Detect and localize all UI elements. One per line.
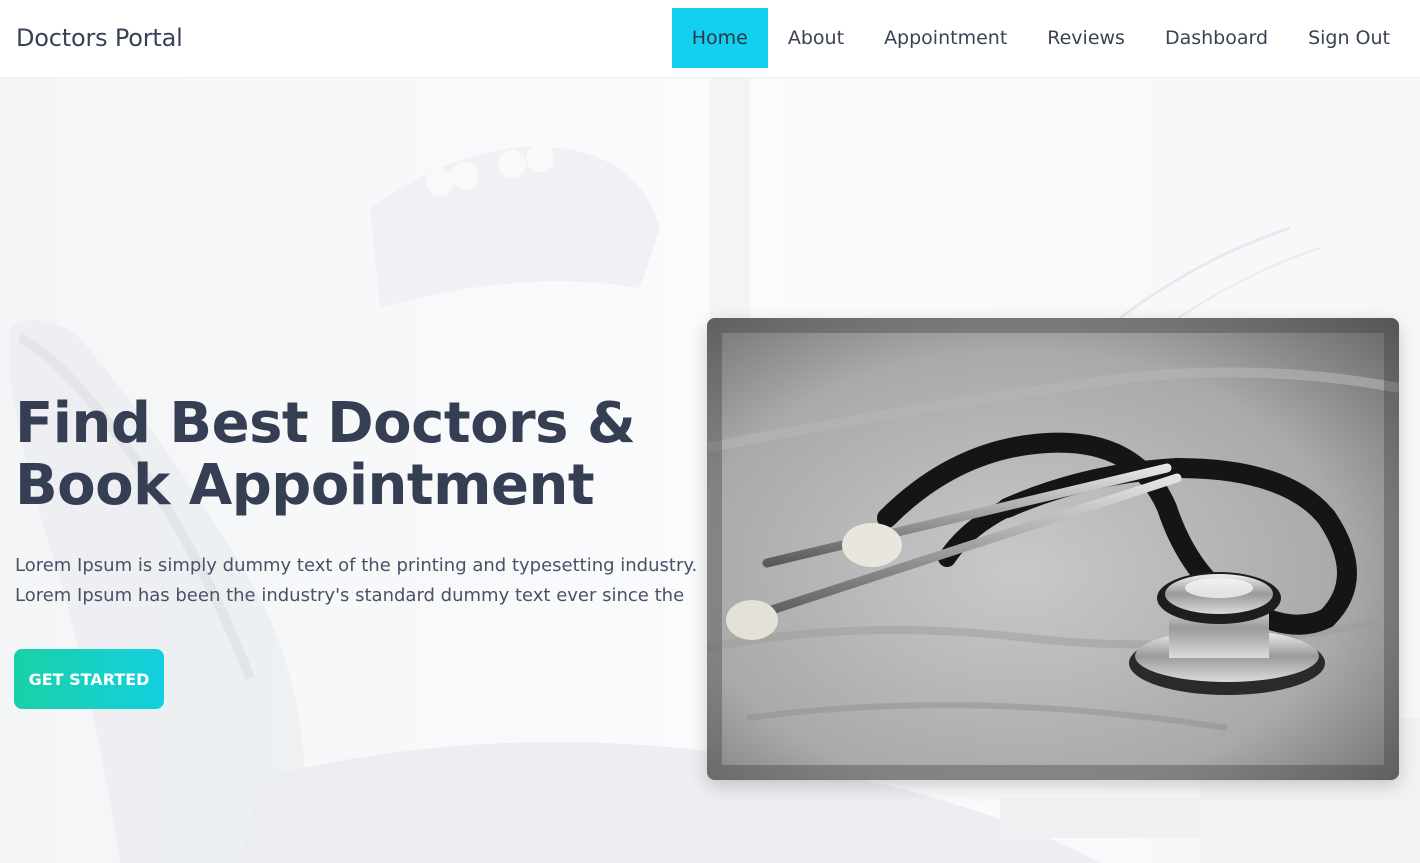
nav-dashboard[interactable]: Dashboard	[1145, 8, 1288, 68]
brand-logo[interactable]: Doctors Portal	[16, 24, 183, 52]
hero-description-line-1: Lorem Ipsum is simply dummy text of the …	[15, 555, 698, 576]
navbar: Doctors Portal Home About Appointment Re…	[0, 0, 1420, 78]
hero-description-line-2: Lorem Ipsum has been the industry's stan…	[15, 585, 685, 606]
stethoscope-icon	[707, 318, 1399, 780]
hero-title-line-2: Book Appointment	[15, 453, 595, 518]
hero-image	[707, 318, 1399, 780]
page: Doctors Portal Home About Appointment Re…	[0, 0, 1420, 863]
nav-sign-out[interactable]: Sign Out	[1288, 8, 1410, 68]
nav-about[interactable]: About	[768, 8, 864, 68]
hero-title-line-1: Find Best Doctors &	[15, 391, 636, 456]
get-started-button[interactable]: GET STARTED	[14, 649, 164, 709]
nav-reviews[interactable]: Reviews	[1027, 8, 1145, 68]
main-nav: Home About Appointment Reviews Dashboard…	[671, 8, 1410, 68]
nav-appointment[interactable]: Appointment	[864, 8, 1027, 68]
hero-description: Lorem Ipsum is simply dummy text of the …	[15, 551, 698, 611]
nav-home[interactable]: Home	[671, 8, 768, 68]
hero-title: Find Best Doctors & Book Appointment	[15, 391, 636, 518]
